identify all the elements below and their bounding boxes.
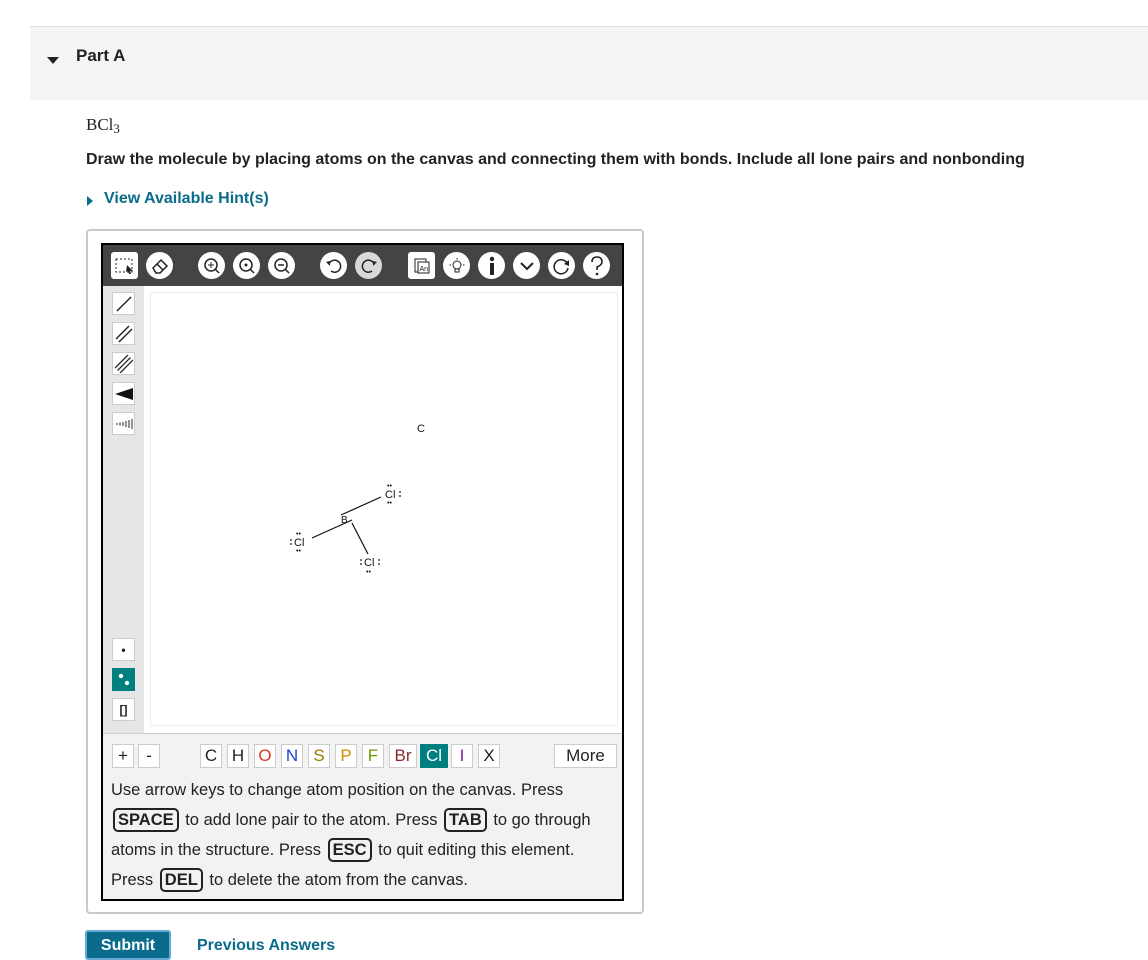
formula: BCl3 xyxy=(86,115,120,136)
atom-n-button[interactable]: N xyxy=(281,744,303,768)
zoom-in-icon[interactable] xyxy=(233,252,260,279)
esc-key: ESC xyxy=(327,838,372,862)
lone-pair-mark: •• xyxy=(387,483,392,490)
zoom-fit-icon[interactable] xyxy=(198,252,225,279)
atom-c-button[interactable]: C xyxy=(200,744,222,768)
radical-dot: • xyxy=(121,642,126,657)
caret-right-icon[interactable] xyxy=(87,196,93,206)
double-bond-tool[interactable] xyxy=(112,322,135,345)
help-text: Use arrow keys to change atom position o… xyxy=(111,781,564,799)
drawing-canvas[interactable]: B Cl •• •• Cl •• •• Cl •• C xyxy=(151,293,617,725)
lone-pair-mark: •• xyxy=(366,569,371,576)
atom-chlorine-3[interactable]: Cl xyxy=(364,557,374,569)
info-icon[interactable] xyxy=(478,252,505,279)
radical-tool[interactable]: • xyxy=(112,638,135,661)
space-key: SPACE xyxy=(113,808,179,832)
triple-bond-tool[interactable] xyxy=(112,352,135,375)
atom-p-button[interactable]: P xyxy=(335,744,357,768)
eraser-icon[interactable] xyxy=(146,252,173,279)
lone-pair-tool[interactable] xyxy=(112,668,135,691)
lightbulb-icon[interactable] xyxy=(443,252,470,279)
wedge-bond-tool[interactable] xyxy=(112,382,135,405)
molecule-editor: An • [] B Cl •• •• Cl •• •• Cl •• C + - … xyxy=(101,243,624,901)
atom-cl-button[interactable]: Cl xyxy=(420,744,448,768)
submit-button[interactable]: Submit xyxy=(85,930,171,960)
instructions: Draw the molecule by placing atoms on th… xyxy=(86,151,1025,168)
caret-down-icon[interactable] xyxy=(47,57,59,64)
undo-icon[interactable] xyxy=(320,252,347,279)
view-hints-link[interactable]: View Available Hint(s) xyxy=(104,190,269,208)
atom-br-button[interactable]: Br xyxy=(389,744,417,768)
lone-pair-mark: •• xyxy=(296,548,301,555)
atom-f-button[interactable]: F xyxy=(362,744,384,768)
atom-i-button[interactable]: I xyxy=(451,744,473,768)
single-bond-tool[interactable] xyxy=(112,292,135,315)
charge-minus-button[interactable]: - xyxy=(138,744,160,768)
svg-text:An: An xyxy=(419,266,428,273)
atom-carbon[interactable]: C xyxy=(417,423,425,435)
part-title: Part A xyxy=(76,46,126,65)
redo-icon[interactable] xyxy=(355,252,382,279)
help-icon[interactable] xyxy=(583,252,610,279)
chevron-down-icon[interactable] xyxy=(513,252,540,279)
brackets-tool[interactable]: [] xyxy=(112,698,135,721)
brackets-label: [] xyxy=(119,702,128,717)
editor-toolbar: An xyxy=(103,245,622,286)
bond-sidebar: • [] xyxy=(103,286,144,733)
keyboard-help: Use arrow keys to change atom position o… xyxy=(103,771,622,899)
lone-pair-mark: •• xyxy=(296,531,301,538)
del-key: DEL xyxy=(159,868,203,892)
atom-s-button[interactable]: S xyxy=(308,744,330,768)
atom-h-button[interactable]: H xyxy=(227,744,249,768)
more-atoms-button[interactable]: More xyxy=(554,744,617,768)
hash-bond-tool[interactable] xyxy=(112,412,135,435)
zoom-out-icon[interactable] xyxy=(268,252,295,279)
atom-palette: + - C H O N S P F Br Cl I X More xyxy=(103,733,622,772)
atom-x-button[interactable]: X xyxy=(478,744,500,768)
tab-key: TAB xyxy=(444,808,487,832)
part-header[interactable] xyxy=(30,27,1148,100)
reset-icon[interactable] xyxy=(548,252,575,279)
atom-o-button[interactable]: O xyxy=(254,744,276,768)
atom-boron[interactable]: B xyxy=(341,515,348,526)
select-icon[interactable] xyxy=(111,252,138,279)
previous-answers-link[interactable]: Previous Answers xyxy=(197,937,335,955)
template-icon[interactable]: An xyxy=(408,252,435,279)
help-text: to delete the atom from the canvas. xyxy=(209,871,469,889)
charge-plus-button[interactable]: + xyxy=(112,744,134,768)
help-text: to add lone pair to the atom. Press xyxy=(185,811,438,829)
lone-pair-mark: •• xyxy=(387,500,392,507)
